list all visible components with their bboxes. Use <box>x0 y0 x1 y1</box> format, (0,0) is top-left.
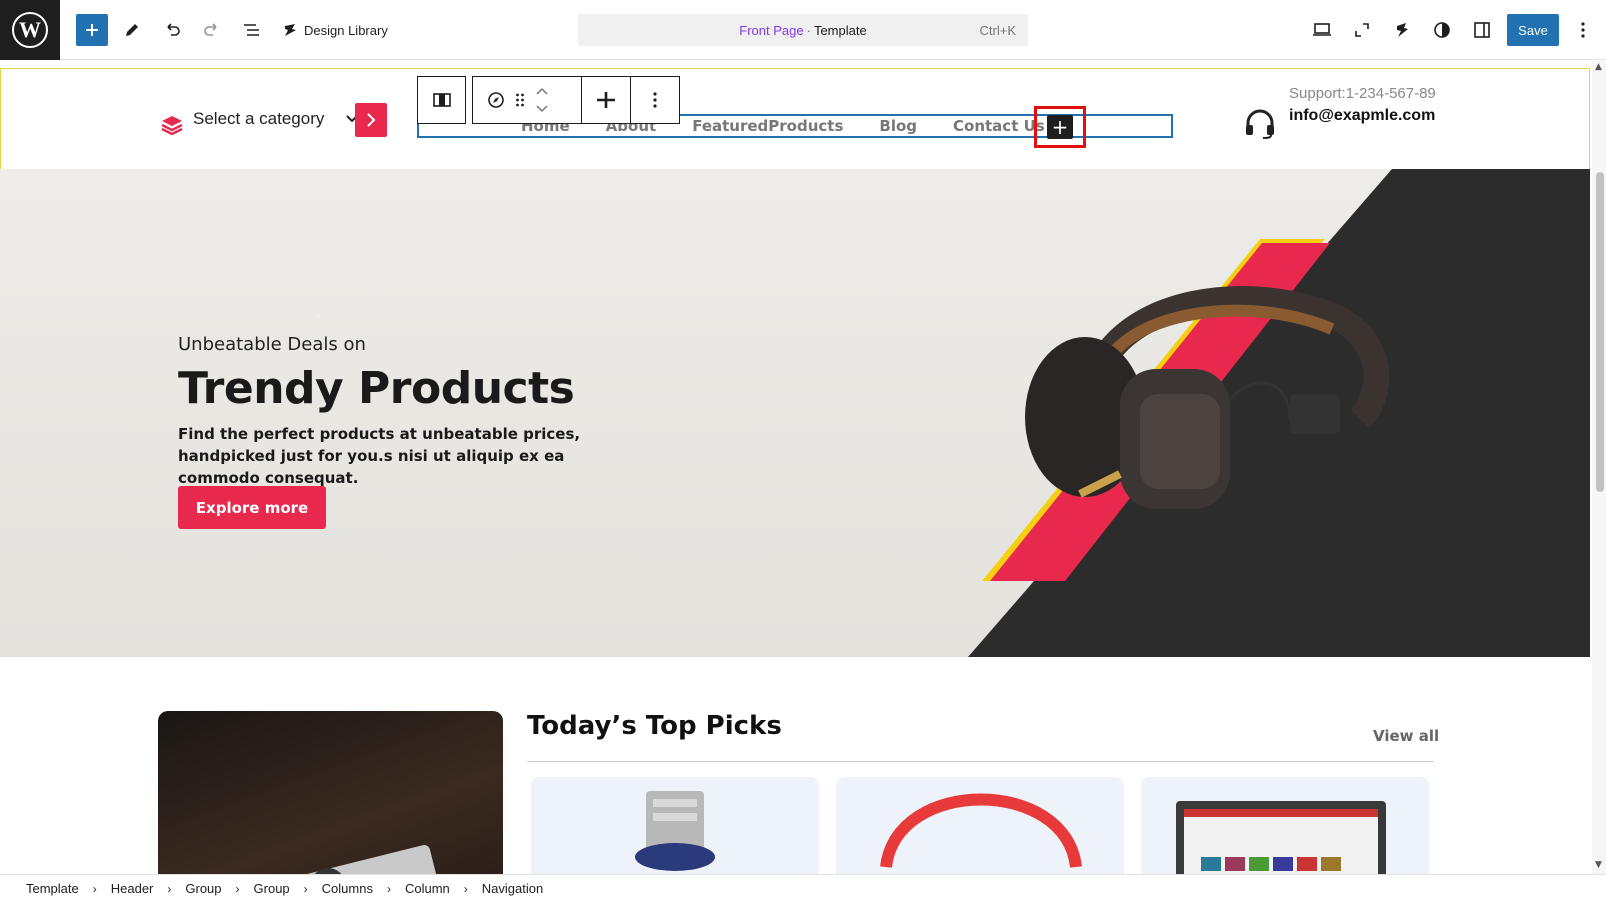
layers-icon <box>161 115 183 139</box>
camera-photo-card[interactable] <box>158 711 503 874</box>
fullscreen-icon[interactable] <box>1346 14 1378 46</box>
product-card[interactable] <box>531 777 819 874</box>
explore-more-button[interactable]: Explore more <box>178 486 326 529</box>
section-title: Today’s Top Picks <box>527 711 782 741</box>
view-all-link[interactable]: View all <box>1373 727 1439 745</box>
block-controls <box>472 76 582 124</box>
hero-title: Trendy Products <box>178 363 575 414</box>
watch-image <box>635 791 715 871</box>
scroll-down-arrow-icon[interactable]: ▼ <box>1595 860 1602 870</box>
category-select-label: Select a category <box>193 109 325 128</box>
redo-icon[interactable] <box>196 14 228 46</box>
headphones-red-image <box>880 793 1082 868</box>
block-breadcrumb: Template › Header › Group › Group › Columns ›… <box>0 874 1606 902</box>
editor-toolbar: W Design Library Front Page · Template C… <box>0 0 1606 60</box>
breadcrumb-item[interactable]: Column <box>405 881 450 896</box>
nav-item-featured-products[interactable]: FeaturedProducts <box>692 117 843 135</box>
svg-text:W: W <box>19 17 41 42</box>
options-menu-icon[interactable] <box>1568 14 1598 46</box>
hero-description: Find the perfect products at unbeatable … <box>178 425 581 487</box>
styles-icon[interactable] <box>1426 14 1458 46</box>
hero-banner[interactable]: Unbeatable Deals on Trendy Products Find… <box>0 169 1590 657</box>
laptop-image <box>1176 801 1386 874</box>
command-page-title: Front Page <box>739 22 804 38</box>
settings-sidebar-icon[interactable] <box>1466 14 1498 46</box>
command-bar[interactable]: Front Page · Template Ctrl+K <box>578 14 1028 46</box>
support-phone: Support:1-234-567-89 <box>1289 85 1436 102</box>
breadcrumb-item[interactable]: Header <box>111 881 154 896</box>
contact-info: Support:1-234-567-89 info@exapmle.com <box>1289 83 1439 126</box>
save-button[interactable]: Save <box>1507 14 1559 46</box>
breadcrumb-item[interactable]: Group <box>254 881 290 896</box>
camera-image <box>284 845 442 874</box>
design-library-icon <box>285 24 296 36</box>
chevron-right-icon <box>367 113 376 127</box>
document-overview-icon[interactable] <box>236 14 268 46</box>
chevron-right-icon: › <box>463 881 468 896</box>
breadcrumb-item[interactable]: Group <box>185 881 221 896</box>
wordpress-logo-icon[interactable]: W <box>0 0 60 60</box>
support-email: info@exapmle.com <box>1289 107 1436 124</box>
category-go-button[interactable] <box>355 103 387 137</box>
chevron-right-icon: › <box>303 881 308 896</box>
undo-icon[interactable] <box>156 14 188 46</box>
add-nav-item-button[interactable]: + <box>1047 115 1073 139</box>
breadcrumb-item[interactable]: Navigation <box>482 881 543 896</box>
product-card[interactable] <box>836 777 1124 874</box>
scroll-up-arrow-icon[interactable]: ▲ <box>1595 62 1602 72</box>
design-library-label: Design Library <box>304 22 388 38</box>
section-divider <box>527 761 1434 762</box>
hero-subtitle: Unbeatable Deals on <box>178 334 366 355</box>
command-separator: · <box>806 22 811 38</box>
block-parent-select-icon[interactable] <box>417 76 466 124</box>
block-options-icon[interactable] <box>630 76 680 124</box>
command-shortcut: Ctrl+K <box>979 22 1016 38</box>
site-header[interactable]: Select a category Home About FeaturedPro… <box>0 68 1590 170</box>
editor-canvas: Select a category Home About FeaturedPro… <box>0 61 1592 874</box>
chevron-right-icon: › <box>92 881 97 896</box>
chevron-right-icon: › <box>235 881 240 896</box>
pencil-tool-icon[interactable] <box>116 14 148 46</box>
spectra-icon[interactable] <box>1386 14 1418 46</box>
drag-handle-icon[interactable] <box>515 92 525 108</box>
canvas-scrollbar-thumb[interactable] <box>1596 172 1604 492</box>
desktop-preview-icon[interactable] <box>1306 14 1338 46</box>
design-library-button[interactable]: Design Library <box>282 14 388 46</box>
nav-item-blog[interactable]: Blog <box>879 117 917 135</box>
block-toolbar <box>417 76 680 124</box>
breadcrumb-item[interactable]: Template <box>26 881 79 896</box>
breadcrumb-item[interactable]: Columns <box>322 881 373 896</box>
chevron-right-icon: › <box>167 881 172 896</box>
chevron-right-icon: › <box>386 881 391 896</box>
nav-item-contact-us[interactable]: Contact Us <box>953 117 1045 135</box>
add-block-icon[interactable] <box>76 14 108 46</box>
justify-icon[interactable] <box>581 76 631 124</box>
product-card[interactable] <box>1141 777 1429 874</box>
navigation-compass-icon[interactable] <box>487 91 505 109</box>
category-select[interactable]: Select a category <box>193 109 359 129</box>
move-up-down-icon[interactable] <box>535 85 549 115</box>
headset-icon <box>1244 109 1276 143</box>
command-template-type: Template <box>813 22 867 38</box>
